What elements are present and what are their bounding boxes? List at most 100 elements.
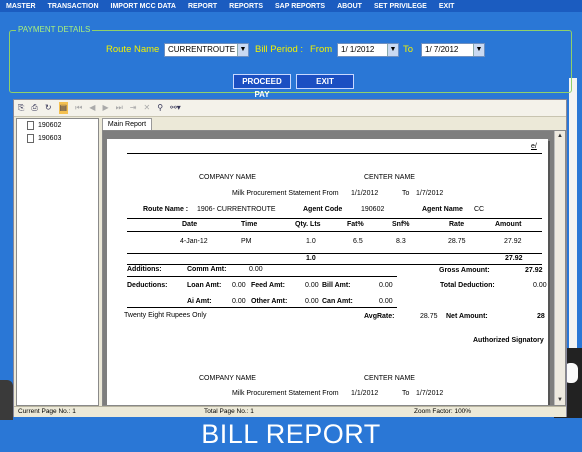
total-page-status: Total Page No.: 1 <box>204 408 254 415</box>
comm-amt-label: Comm Amt: <box>187 266 227 273</box>
gross-amount-label: Gross Amount: <box>439 267 490 274</box>
menu-report[interactable]: REPORT <box>188 3 217 10</box>
can-amt-value: 0.00 <box>379 298 393 305</box>
document-icon <box>27 121 34 130</box>
summary-rule <box>127 264 542 265</box>
statement-title: Milk Procurement Statement From <box>232 190 339 197</box>
proceed-pay-button[interactable]: PROCEED PAY <box>233 74 291 99</box>
group-tree: 190602 190603 <box>16 118 99 406</box>
chevron-down-icon[interactable]: ▼ <box>387 44 398 56</box>
agent-code-label: Agent Code <box>303 206 343 213</box>
menu-master[interactable]: MASTER <box>6 3 36 10</box>
route-name-select[interactable]: CURRENTROUTE ▼ <box>164 43 249 57</box>
scroll-down-icon[interactable]: ▼ <box>555 395 565 405</box>
previous-page-icon[interactable]: ◀ <box>89 102 95 114</box>
export-icon[interactable]: ⎘ <box>18 102 24 114</box>
route-name-value: CURRENTROUTE <box>168 45 236 54</box>
bill-amt-value: 0.00 <box>379 282 393 289</box>
zoom-icon[interactable]: ⚯▾ <box>170 102 181 114</box>
menu-about[interactable]: ABOUT <box>337 3 362 10</box>
zoom-status: Zoom Factor: 100% <box>414 408 472 415</box>
route-label: Route Name : <box>143 206 189 213</box>
center-name: CENTER NAME <box>364 174 415 181</box>
menu-transaction[interactable]: TRANSACTION <box>48 3 99 10</box>
tree-item[interactable]: 190603 <box>17 132 98 145</box>
total-deduction-value: 0.00 <box>533 282 547 289</box>
comm-amt-value: 0.00 <box>249 266 263 273</box>
tree-item[interactable]: 190602 <box>17 119 98 132</box>
menu-import-mcc-data[interactable]: IMPORT MCC DATA <box>111 3 176 10</box>
loan-amt-label: Loan Amt: <box>187 282 222 289</box>
print-icon[interactable]: ⎙ <box>31 102 37 114</box>
col-snf: Snf% <box>392 221 410 228</box>
bill-amt-label: Bill Amt: <box>322 282 351 289</box>
row-qty: 1.0 <box>306 238 316 245</box>
menu-exit[interactable]: EXIT <box>439 3 455 10</box>
to-date-picker[interactable]: 1/ 7/2012 ▼ <box>421 43 485 57</box>
feed-amt-value: 0.00 <box>305 282 319 289</box>
from-date-picker[interactable]: 1/ 1/2012 ▼ <box>337 43 399 57</box>
search-icon[interactable]: ⚲ <box>157 102 163 114</box>
col-fat: Fat% <box>347 221 364 228</box>
amount-in-words: Twenty Eight Rupees Only <box>124 312 207 319</box>
statement-from: 1/1/2012 <box>351 190 379 197</box>
deductions-label: Deductions: <box>127 282 168 289</box>
col-date: Date <box>182 221 198 228</box>
report-canvas: e/ COMPANY NAME CENTER NAME Milk Procure… <box>102 130 566 406</box>
chevron-down-icon[interactable]: ▼ <box>237 44 248 56</box>
group-tree-toggle-icon[interactable]: ▤ <box>58 102 69 114</box>
close-view-icon[interactable]: ✕ <box>144 102 151 114</box>
route-name-label: Route Name <box>106 44 160 55</box>
other-amt-value: 0.00 <box>305 298 319 305</box>
additions-label: Additions: <box>127 266 162 273</box>
col-time: Time <box>241 221 258 228</box>
row-snf: 8.3 <box>396 238 406 245</box>
route-value: 1906- CURRENTROUTE <box>197 206 276 213</box>
row-fat: 6.5 <box>353 238 363 245</box>
row-time: PM <box>241 238 252 245</box>
statement-title-2: Milk Procurement Statement From <box>232 390 339 397</box>
statement-to-word: To <box>402 190 410 197</box>
goto-page-icon[interactable]: ⇥ <box>130 102 137 114</box>
feed-amt-label: Feed Amt: <box>251 282 285 289</box>
center-name-2: CENTER NAME <box>364 375 415 382</box>
menu-reports[interactable]: REPORTS <box>229 3 263 10</box>
menu-bar: MASTER TRANSACTION IMPORT MCC DATA REPOR… <box>0 0 582 12</box>
last-page-icon[interactable]: ⏭ <box>116 102 123 114</box>
company-name: COMPANY NAME <box>199 174 256 181</box>
exit-button[interactable]: EXIT <box>296 74 354 89</box>
col-amount: Amount <box>495 221 522 228</box>
total-qty: 1.0 <box>306 255 316 262</box>
next-page-icon[interactable]: ▶ <box>102 102 108 114</box>
statement-to: 1/7/2012 <box>416 190 444 197</box>
statement-to-word-2: To <box>402 390 410 397</box>
refresh-icon[interactable]: ↻ <box>45 102 52 114</box>
payment-details-panel: PAYMENT DETAILS Route Name CURRENTROUTE … <box>9 25 572 99</box>
background-photo-left <box>0 380 13 420</box>
deductions-rule <box>127 307 397 308</box>
total-deduction-label: Total Deduction: <box>440 282 495 289</box>
col-rate: Rate <box>449 221 465 228</box>
agent-name-label: Agent Name <box>422 206 463 213</box>
ai-amt-label: Ai Amt: <box>187 298 212 305</box>
to-date-value: 1/ 7/2012 <box>425 45 459 54</box>
from-label: From <box>310 44 333 55</box>
vertical-scrollbar[interactable]: ▲ ▼ <box>554 131 565 405</box>
company-name-2: COMPANY NAME <box>199 375 256 382</box>
avg-rate-label: AvgRate: <box>364 313 395 320</box>
menu-set-privilege[interactable]: SET PRIVILEGE <box>374 3 427 10</box>
total-rule <box>127 253 542 254</box>
tab-main-report[interactable]: Main Report <box>102 118 152 130</box>
net-amount-label: Net Amount: <box>446 313 488 320</box>
agent-code-value: 190602 <box>361 206 385 213</box>
menu-sap-reports[interactable]: SAP REPORTS <box>275 3 325 10</box>
report-viewer: ⎘ ⎙ ↻ ▤ ⏮ ◀ ▶ ⏭ ⇥ ✕ ⚲ ⚯▾ 190602 190603 M… <box>13 99 567 417</box>
tree-item-label: 190602 <box>38 122 62 129</box>
from-date-value: 1/ 1/2012 <box>341 45 375 54</box>
chevron-down-icon[interactable]: ▼ <box>473 44 484 56</box>
first-page-icon[interactable]: ⏮ <box>75 102 82 114</box>
header-rule <box>127 218 542 219</box>
current-page-status: Current Page No.: 1 <box>18 408 76 415</box>
scroll-up-icon[interactable]: ▲ <box>555 131 565 141</box>
additions-rule <box>127 276 397 277</box>
